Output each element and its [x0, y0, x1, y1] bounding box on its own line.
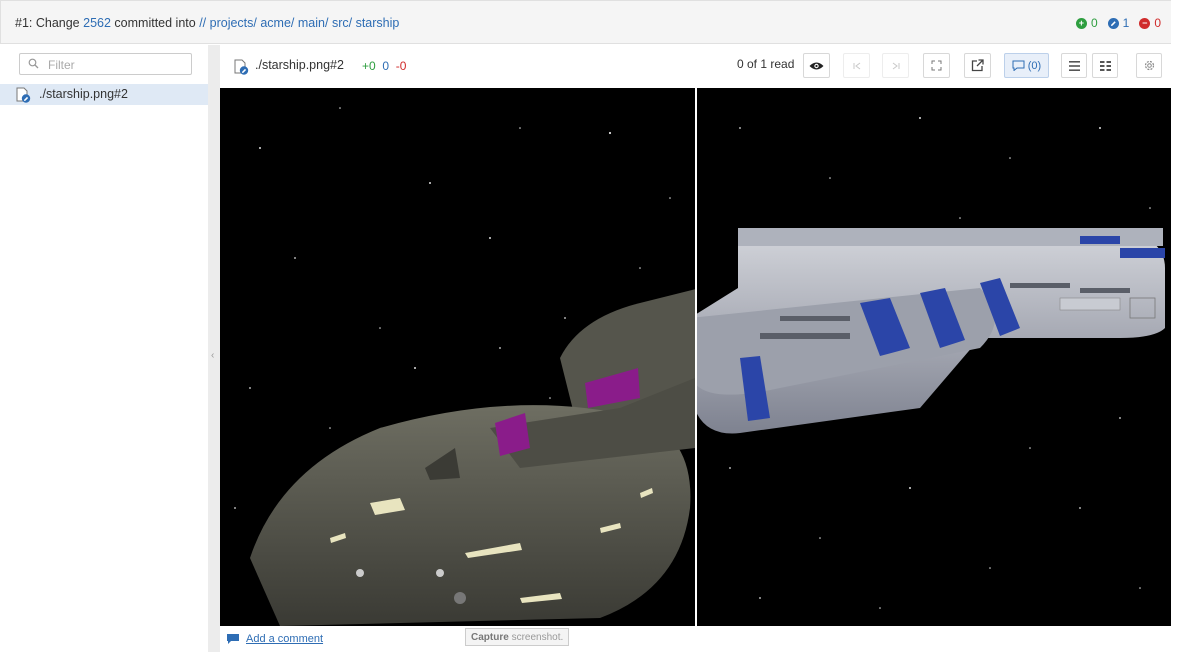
- file-deleted-stat: -0: [395, 59, 407, 73]
- file-stats: +0 0 -0: [362, 59, 406, 73]
- open-external-button[interactable]: [964, 53, 991, 78]
- capture-tooltip: Capture screenshot.: [465, 628, 570, 646]
- eye-icon: [809, 62, 824, 69]
- committed-text: committed into: [114, 16, 196, 30]
- settings-button[interactable]: [1136, 53, 1162, 78]
- grid-view-icon: [1099, 60, 1111, 71]
- add-comment-link[interactable]: Add a comment: [246, 633, 323, 645]
- review-header: #1: Change 2562 committed into // projec…: [0, 0, 1171, 44]
- read-status: 0 of 1 read: [737, 57, 795, 71]
- last-icon: [892, 62, 899, 69]
- path-link-main[interactable]: main/: [298, 16, 329, 30]
- change-number-link[interactable]: 2562: [83, 16, 111, 30]
- comparison-divider[interactable]: [695, 88, 697, 626]
- fullscreen-button[interactable]: [923, 53, 950, 78]
- deleted-count-value: 0: [1154, 16, 1161, 30]
- path-link-src[interactable]: src/: [332, 16, 352, 30]
- image-diff-viewer[interactable]: [220, 88, 1171, 626]
- comment-icon: [227, 634, 239, 644]
- deleted-count: − 0: [1139, 16, 1161, 30]
- first-file-button[interactable]: [843, 53, 870, 78]
- gear-icon: [1144, 60, 1154, 71]
- minus-circle-icon: −: [1139, 17, 1151, 29]
- change-counts: + 0 1 − 0: [1075, 16, 1161, 30]
- comment-icon: [1012, 60, 1025, 71]
- edited-count: 1: [1107, 16, 1130, 30]
- grid-view-button[interactable]: [1092, 53, 1118, 78]
- mark-read-button[interactable]: [803, 53, 830, 78]
- file-edit-icon: [16, 87, 31, 103]
- filter-box: [19, 53, 192, 75]
- filter-input[interactable]: [46, 56, 190, 74]
- search-icon: [28, 58, 39, 69]
- list-view-button[interactable]: [1061, 53, 1087, 78]
- added-count-value: 0: [1090, 16, 1098, 30]
- pencil-circle-icon: [1107, 17, 1119, 29]
- path-root-link[interactable]: //: [199, 16, 206, 30]
- fullscreen-icon: [931, 60, 942, 71]
- external-link-icon: [971, 59, 984, 72]
- last-file-button[interactable]: [882, 53, 909, 78]
- file-added-stat: +0: [362, 59, 376, 73]
- file-toolbar: ./starship.png#2 +0 0 -0 0 of 1 read (0): [220, 45, 1171, 88]
- path-link-starship[interactable]: starship: [356, 16, 400, 30]
- comments-button[interactable]: (0): [1004, 53, 1049, 78]
- file-edit-icon: [234, 59, 249, 75]
- comments-count: (0): [1027, 59, 1042, 72]
- list-view-icon: [1068, 60, 1080, 71]
- file-edited-stat: 0: [382, 59, 390, 73]
- collapse-left-icon[interactable]: ‹: [211, 350, 214, 361]
- edited-count-value: 1: [1122, 16, 1130, 30]
- file-list-item-label: ./starship.png#2: [39, 87, 128, 101]
- file-name: ./starship.png#2: [255, 58, 344, 72]
- tooltip-bold: Capture: [471, 632, 509, 643]
- review-title: #1: Change 2562 committed into // projec…: [15, 16, 399, 30]
- path-link-acme[interactable]: acme/: [260, 16, 294, 30]
- file-sidebar: [0, 45, 208, 652]
- sidebar-splitter[interactable]: ‹: [208, 45, 220, 652]
- plus-circle-icon: +: [1075, 17, 1087, 29]
- added-count: + 0: [1075, 16, 1098, 30]
- path-link-projects[interactable]: projects/: [210, 16, 257, 30]
- comment-footer: Add a comment: [220, 626, 1171, 652]
- first-icon: [853, 62, 860, 69]
- file-list-item[interactable]: ./starship.png#2: [0, 84, 208, 105]
- review-prefix: #1: Change: [15, 16, 80, 30]
- tooltip-text: screenshot.: [508, 632, 564, 643]
